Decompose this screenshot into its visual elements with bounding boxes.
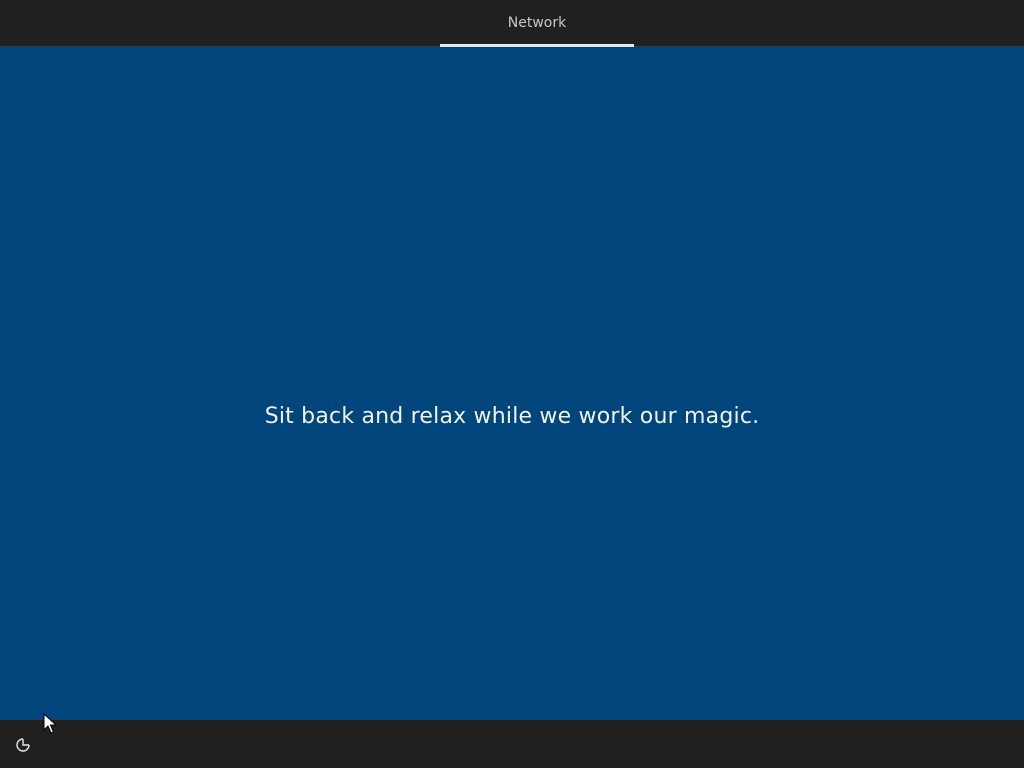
bottom-bar: [0, 720, 1024, 768]
oobe-screen: Network Sit back and relax while we work…: [0, 0, 1024, 768]
progress-message: Sit back and relax while we work our mag…: [264, 404, 760, 429]
mouse-pointer-icon: [43, 713, 57, 734]
step-tab-network: Network: [440, 0, 634, 46]
ease-of-access-icon: [16, 738, 30, 752]
ease-of-access-button[interactable]: [12, 734, 34, 756]
main-content-area: Sit back and relax while we work our mag…: [0, 47, 1024, 720]
setup-step-bar: Network: [0, 0, 1024, 47]
step-tab-label: Network: [507, 15, 567, 31]
